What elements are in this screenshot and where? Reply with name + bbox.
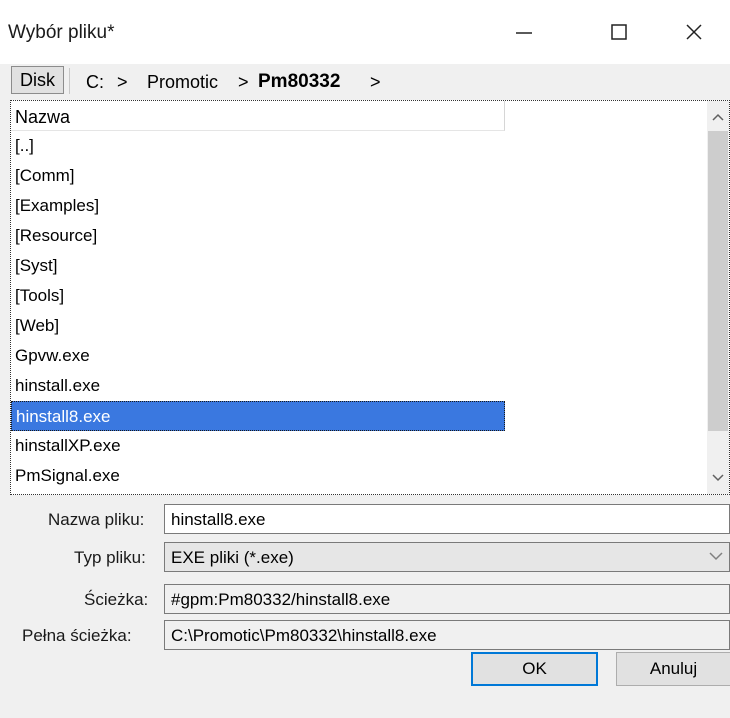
window-title: Wybór pliku* bbox=[8, 22, 115, 43]
list-item[interactable]: [Tools] bbox=[11, 281, 505, 311]
list-item[interactable]: [Resource] bbox=[11, 221, 505, 251]
filetype-label: Typ pliku: bbox=[74, 548, 146, 567]
list-item[interactable]: hinstallXP.exe bbox=[11, 431, 505, 461]
filename-label: Nazwa pliku: bbox=[48, 510, 145, 529]
path-label: Ścieżka: bbox=[84, 590, 149, 609]
list-item[interactable]: hinstall.exe bbox=[11, 371, 505, 401]
maximize-button[interactable] bbox=[591, 0, 647, 64]
breadcrumb-item-c[interactable]: C: bbox=[86, 72, 104, 93]
file-list[interactable]: Nazwa [..] [Comm] [Examples] [Resource] … bbox=[10, 100, 730, 495]
breadcrumb-item-promotic[interactable]: Promotic bbox=[147, 72, 218, 93]
chevron-down-icon bbox=[709, 552, 723, 561]
column-header-name[interactable]: Nazwa bbox=[11, 101, 505, 131]
close-button[interactable] bbox=[666, 0, 722, 64]
minimize-button[interactable] bbox=[496, 0, 552, 64]
title-bar: Wybór pliku* bbox=[0, 0, 730, 64]
chevron-up-icon bbox=[712, 113, 724, 121]
list-item[interactable]: [Web] bbox=[11, 311, 505, 341]
breadcrumb: Disk C: > Promotic > Pm80332 > bbox=[0, 64, 730, 98]
breadcrumb-separator[interactable]: > bbox=[370, 72, 381, 93]
scroll-down-button[interactable] bbox=[707, 464, 729, 492]
disk-button[interactable]: Disk bbox=[11, 66, 64, 94]
breadcrumb-divider bbox=[69, 68, 70, 94]
chevron-down-icon bbox=[712, 474, 724, 482]
fullpath-label: Pełna ścieżka: bbox=[22, 626, 132, 645]
filename-input[interactable]: hinstall8.exe bbox=[164, 504, 730, 534]
list-item[interactable]: PmSignal.exe bbox=[11, 461, 505, 491]
minimize-icon bbox=[516, 32, 532, 34]
list-item-selected[interactable]: hinstall8.exe bbox=[11, 401, 505, 431]
list-item[interactable]: Gpvw.exe bbox=[11, 341, 505, 371]
breadcrumb-separator[interactable]: > bbox=[117, 72, 128, 93]
vertical-scrollbar[interactable] bbox=[707, 101, 729, 494]
close-icon bbox=[686, 24, 702, 40]
list-item[interactable]: [Syst] bbox=[11, 251, 505, 281]
list-item[interactable]: [..] bbox=[11, 131, 505, 161]
path-field: #gpm:Pm80332/hinstall8.exe bbox=[164, 584, 730, 614]
scroll-up-button[interactable] bbox=[707, 103, 729, 131]
scroll-thumb[interactable] bbox=[708, 131, 728, 431]
breadcrumb-item-current[interactable]: Pm80332 bbox=[258, 71, 340, 93]
maximize-icon bbox=[611, 24, 627, 40]
list-item[interactable]: [Comm] bbox=[11, 161, 505, 191]
filetype-select[interactable]: EXE pliki (*.exe) bbox=[164, 542, 730, 572]
ok-button[interactable]: OK bbox=[471, 652, 598, 686]
cancel-button[interactable]: Anuluj bbox=[616, 652, 730, 686]
breadcrumb-separator[interactable]: > bbox=[238, 72, 249, 93]
fullpath-field: C:\Promotic\Pm80332\hinstall8.exe bbox=[164, 620, 730, 650]
list-item[interactable]: [Examples] bbox=[11, 191, 505, 221]
